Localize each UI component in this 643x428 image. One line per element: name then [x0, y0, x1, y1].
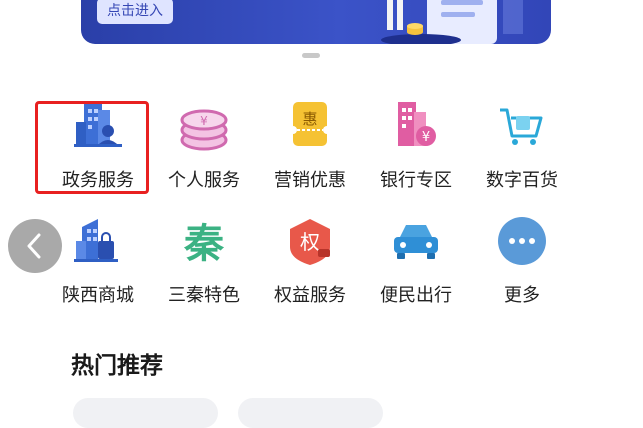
service-marketing[interactable]: 惠 营销优惠 [258, 100, 362, 192]
qin-character-icon: 秦 [184, 221, 224, 267]
svg-text:¥: ¥ [422, 130, 430, 145]
service-label: 陕西商城 [62, 285, 134, 306]
service-sanqin[interactable]: 秦 三秦特色 [152, 215, 256, 307]
promo-banner[interactable]: 点击进入 [81, 0, 551, 44]
recommend-card[interactable] [73, 398, 218, 428]
service-label: 银行专区 [380, 170, 452, 191]
section-title: 热门推荐 [71, 353, 163, 379]
service-rights[interactable]: 权 权益服务 [258, 215, 362, 307]
selection-highlight [35, 101, 149, 194]
enter-button[interactable]: 点击进入 [97, 0, 173, 24]
service-bank[interactable]: ¥ 银行专区 [364, 100, 468, 192]
svg-text:¥: ¥ [200, 114, 208, 128]
svg-text:权: 权 [300, 230, 320, 254]
coupon-ticket-icon: 惠 [289, 102, 331, 146]
car-icon [394, 225, 438, 259]
shopping-cart-icon [500, 108, 543, 145]
service-label: 数字百货 [486, 170, 558, 191]
service-label: 三秦特色 [168, 285, 240, 306]
more-dots-icon [498, 217, 546, 265]
drag-handle[interactable] [302, 53, 320, 58]
service-label: 便民出行 [380, 285, 452, 306]
service-digital-goods[interactable]: 数字百货 [470, 100, 574, 192]
svg-text:秦: 秦 [184, 221, 224, 267]
service-shaanxi-mall[interactable]: 陕西商城 [46, 215, 150, 307]
service-label: 个人服务 [168, 170, 240, 191]
svg-text:惠: 惠 [302, 110, 317, 128]
bank-building-icon: ¥ [398, 102, 436, 146]
service-personal[interactable]: ¥ 个人服务 [152, 100, 256, 192]
banner-illustration [381, 0, 523, 44]
coin-stack-icon: ¥ [180, 109, 228, 151]
recommend-card[interactable] [238, 398, 383, 428]
service-more[interactable]: 更多 [470, 215, 574, 307]
mall-building-icon [74, 219, 118, 262]
service-travel[interactable]: 便民出行 [364, 215, 468, 307]
service-label: 权益服务 [274, 285, 346, 306]
service-label: 更多 [504, 285, 540, 306]
service-label: 营销优惠 [274, 170, 346, 191]
rights-badge-icon: 权 [290, 219, 330, 265]
